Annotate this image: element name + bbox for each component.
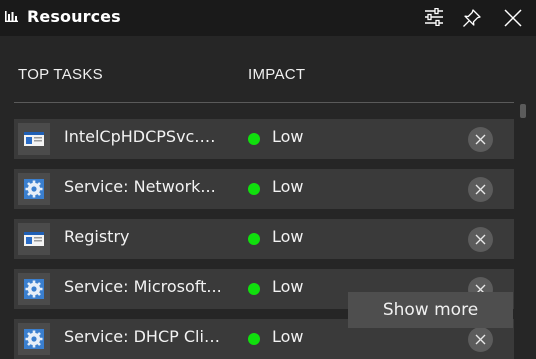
close-icon: [475, 234, 486, 245]
settings-button[interactable]: [420, 4, 448, 30]
impact-indicator: [248, 233, 260, 245]
gear-icon: [18, 323, 50, 355]
column-header-tasks: TOP TASKS: [18, 66, 103, 83]
app-window-icon: [18, 223, 50, 255]
close-icon: [475, 134, 486, 145]
column-header-impact: IMPACT: [248, 66, 306, 83]
impact-value: Low: [272, 177, 304, 196]
impact-value: Low: [272, 127, 304, 146]
task-name: IntelCpHDCPSvc.exe: [64, 127, 224, 146]
app-window-icon: [18, 123, 50, 155]
gear-icon: [18, 173, 50, 205]
sliders-icon: [425, 8, 443, 26]
task-row: IntelCpHDCPSvc.exe Low: [14, 119, 514, 159]
task-row: Service: Network... Low: [14, 169, 514, 209]
impact-indicator: [248, 283, 260, 295]
close-window-button[interactable]: [499, 4, 527, 30]
impact-indicator: [248, 333, 260, 345]
end-task-button[interactable]: [468, 227, 493, 252]
close-icon: [475, 184, 486, 195]
task-name: Service: Network...: [64, 177, 216, 196]
impact-value: Low: [272, 327, 304, 346]
close-icon: [475, 334, 486, 345]
bar-chart-icon: [5, 11, 18, 22]
impact-value: Low: [272, 277, 304, 296]
scrollbar-thumb[interactable]: [520, 104, 526, 118]
gear-icon: [18, 273, 50, 305]
pin-button[interactable]: [458, 4, 486, 30]
impact-indicator: [248, 133, 260, 145]
header-divider: [14, 102, 514, 103]
show-more-button[interactable]: Show more: [348, 292, 513, 328]
task-name: Service: DHCP Clie...: [64, 327, 224, 346]
title-bar: Resources: [0, 0, 536, 36]
task-name: Registry: [64, 227, 130, 246]
end-task-button[interactable]: [468, 177, 493, 202]
task-row: Registry Low: [14, 219, 514, 259]
task-name: Service: Microsoft...: [64, 277, 222, 296]
close-icon: [504, 9, 522, 27]
impact-indicator: [248, 183, 260, 195]
pin-icon: [463, 9, 481, 27]
impact-value: Low: [272, 227, 304, 246]
window-title: Resources: [27, 7, 121, 26]
end-task-button[interactable]: [468, 327, 493, 352]
end-task-button[interactable]: [468, 127, 493, 152]
